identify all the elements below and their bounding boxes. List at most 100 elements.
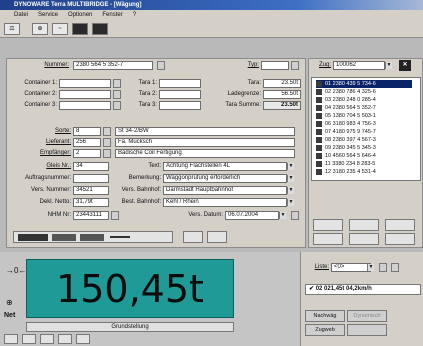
close-icon[interactable]: ✕ <box>399 60 411 71</box>
empfaenger-code-field[interactable]: 2 <box>73 149 101 158</box>
train-graphic-strip[interactable] <box>13 231 173 243</box>
tara-value[interactable]: 23.50t <box>263 79 301 88</box>
tool-icon[interactable] <box>4 334 18 344</box>
grundstellung-label: Grundstellung <box>111 324 149 330</box>
liste-dropdown-icon[interactable]: ▼ <box>367 264 374 271</box>
train-panel: Zug: 100062 ▼ ✕ 01 2380 439 5 734-6 02 2… <box>308 58 423 248</box>
empfaenger-lookup-button[interactable] <box>103 149 111 158</box>
menu-service[interactable]: Service <box>38 10 58 20</box>
move-up-icon[interactable] <box>313 219 343 231</box>
versnummer-field[interactable]: 34521 <box>73 186 109 195</box>
tool-icon[interactable] <box>40 334 54 344</box>
menu-datei[interactable]: Datei <box>14 10 28 20</box>
container1-field[interactable] <box>59 79 111 88</box>
ladegrenze-value[interactable]: 56.50t <box>263 90 301 99</box>
text-field[interactable]: Achtung Flachstellen 4L <box>163 162 287 171</box>
delete-icon[interactable] <box>349 233 379 245</box>
move-left-icon[interactable] <box>349 219 379 231</box>
zugweb-button[interactable]: Zugweb <box>305 324 345 336</box>
nummer-field[interactable]: 2380 564 5 352-7 <box>73 61 153 70</box>
wagon-list[interactable]: 01 2380 439 5 734-6 02 2380 786 4 325-6 … <box>311 77 421 181</box>
wave-icon[interactable]: ~ <box>52 23 68 35</box>
zugweb-icon[interactable] <box>347 324 387 336</box>
list-item[interactable]: 01 2380 439 5 734-6 <box>316 80 412 88</box>
container2-button[interactable] <box>113 90 121 99</box>
list-item[interactable]: 11 3380 234 8 283-5 <box>316 160 412 168</box>
gleis-field[interactable]: 34 <box>73 162 109 171</box>
list-item[interactable]: 04 2380 564 5 352-7 <box>316 104 412 112</box>
tare-icon[interactable]: ⊕ <box>6 298 13 307</box>
list-item[interactable]: 10 4560 564 5 646-4 <box>316 152 412 160</box>
lieferant-name-field[interactable]: Fa. Mucksch <box>115 138 295 147</box>
lieferant-code-field[interactable]: 256 <box>73 138 101 147</box>
nhm-field[interactable]: 23443111 <box>73 211 109 220</box>
list-item[interactable]: 07 4180 975 9 745-7 <box>316 128 412 136</box>
tool-icon[interactable] <box>22 334 36 344</box>
bestbahnhof-label: Best. Bahnhof: <box>121 199 161 205</box>
result-panel: Liste: <0> ▼ ✔ 02 021,45t 04,2km/h Nachw… <box>300 252 423 346</box>
insert-icon[interactable] <box>313 233 343 245</box>
container2-field[interactable] <box>59 90 111 99</box>
list-item[interactable]: 03 2380 248 0 285-4 <box>316 96 412 104</box>
container1-label: Container 1: <box>24 80 57 86</box>
weigh-icon[interactable]: ⊕ <box>32 23 48 35</box>
menu-optionen[interactable]: Optionen <box>68 10 92 20</box>
versbahnhof-field[interactable]: Darmstadt Hauptbahnhof <box>163 186 287 195</box>
bemerkung-field[interactable]: Waggonprüfung erforderlich <box>163 174 287 183</box>
zug-dropdown-icon[interactable]: ▼ <box>385 62 392 69</box>
liste-field[interactable]: <0> <box>331 263 371 272</box>
list-item[interactable]: 05 1380 704 5 503-1 <box>316 112 412 120</box>
bestbahnhof-dropdown-icon[interactable]: ▼ <box>287 199 294 206</box>
nhm-lookup-button[interactable] <box>111 211 119 220</box>
list-item[interactable]: 02 2380 786 4 325-6 <box>316 88 412 96</box>
scale-mode-icon[interactable]: ⚖ <box>4 23 20 35</box>
move-right-icon[interactable] <box>385 219 415 231</box>
nachwaeg-button[interactable]: Nachwäg <box>305 310 345 322</box>
lieferant-lookup-button[interactable] <box>103 138 111 147</box>
tool-icon[interactable] <box>76 334 90 344</box>
versdatum-dropdown-icon[interactable]: ▼ <box>279 212 286 219</box>
sort-icon[interactable] <box>385 233 415 245</box>
versbahnhof-dropdown-icon[interactable]: ▼ <box>287 187 294 194</box>
tara2-field[interactable] <box>159 90 201 99</box>
bemerkung-dropdown-icon[interactable]: ▼ <box>287 175 294 182</box>
tool-icon[interactable] <box>58 334 72 344</box>
auftrag-field[interactable] <box>73 174 109 183</box>
arrow-icon <box>110 236 130 238</box>
container1-button[interactable] <box>113 79 121 88</box>
menu-help[interactable]: ? <box>133 10 136 20</box>
text-dropdown-icon[interactable]: ▼ <box>287 163 294 170</box>
wagon-icon <box>316 144 322 151</box>
list-item[interactable]: 06 3180 983 4 756-3 <box>316 120 412 128</box>
weight-display: 150,45t <box>26 259 234 318</box>
container3-field[interactable] <box>59 101 111 110</box>
sorte-lookup-button[interactable] <box>103 127 111 136</box>
grid-icon[interactable] <box>92 23 108 35</box>
liste-button[interactable] <box>379 263 387 272</box>
scale-zero-icon[interactable]: →0← <box>6 266 26 275</box>
dynamisch-button[interactable]: Dynamisch <box>347 310 387 322</box>
typ-lookup-button[interactable] <box>291 61 299 70</box>
liste-button-2[interactable] <box>391 263 399 272</box>
container3-button[interactable] <box>113 101 121 110</box>
list-item[interactable]: 12 3180 235 4 531-4 <box>316 168 412 176</box>
list-item[interactable]: 09 2380 345 5 345-3 <box>316 144 412 152</box>
deklnetto-field[interactable]: 31,79t <box>73 198 109 207</box>
bestbahnhof-field[interactable]: Kehl / Rhein <box>163 198 287 207</box>
empfaenger-name-field[interactable]: Badische Coil Fertigung <box>115 149 295 158</box>
edit-icon[interactable] <box>183 231 203 243</box>
zug-field[interactable]: 100062 <box>333 61 385 70</box>
sorte-name-field[interactable]: St 34-2/BW <box>115 127 295 136</box>
tara3-field[interactable] <box>159 101 201 110</box>
tara1-field[interactable] <box>159 79 201 88</box>
wagon-icon <box>316 160 322 167</box>
typ-field[interactable] <box>261 61 289 70</box>
nummer-lookup-button[interactable] <box>157 61 165 70</box>
print-icon[interactable] <box>207 231 227 243</box>
calendar-button[interactable] <box>291 211 299 220</box>
list-item[interactable]: 08 2380 397 4 567-3 <box>316 136 412 144</box>
menu-fenster[interactable]: Fenster <box>102 10 122 20</box>
block-icon[interactable] <box>72 23 88 35</box>
versdatum-field[interactable]: 06.07.2004 <box>225 211 279 220</box>
sorte-code-field[interactable]: 8 <box>73 127 101 136</box>
